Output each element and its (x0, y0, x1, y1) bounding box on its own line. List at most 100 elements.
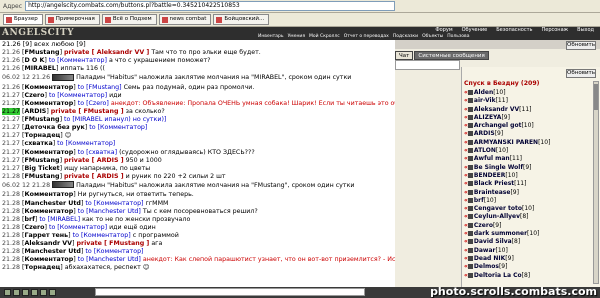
message-time[interactable]: 21.28 (2, 256, 20, 263)
message-time[interactable]: 21.27 (2, 149, 20, 156)
message-time[interactable]: 21.27 (2, 116, 20, 123)
message-nick[interactable]: Czero (25, 92, 45, 99)
message-time[interactable]: 21.28 (2, 224, 20, 231)
sub-menu-item[interactable]: Объекты (422, 33, 443, 40)
message-time[interactable]: 21.28 (2, 232, 20, 239)
player-list-item[interactable]: «air-Vik[11] (464, 97, 592, 105)
message-time[interactable]: 21.27 (2, 140, 20, 147)
browser-tab[interactable]: Всё о Подзем (101, 14, 157, 25)
player-list-item[interactable]: «Czero[9] (464, 222, 592, 230)
message-time[interactable]: 21.26 (2, 49, 20, 56)
player-list-item[interactable]: «Cengaver toto[10] (464, 205, 592, 213)
player-list-item[interactable]: «Dawar[10] (464, 247, 592, 255)
message-time[interactable]: 21.28 (2, 240, 20, 247)
message-time[interactable]: 21.27 (2, 124, 20, 131)
player-name[interactable]: Archangel got (474, 122, 522, 129)
player-name[interactable]: Delmos (474, 263, 499, 270)
message-time[interactable]: 21.27 (2, 165, 20, 172)
scrollbar[interactable] (593, 81, 599, 284)
chat-input[interactable] (95, 288, 365, 296)
player-name[interactable]: Aleksandr VV (474, 106, 519, 113)
message-nick[interactable]: Комментатор (25, 208, 74, 215)
message-nick[interactable]: FMustang (25, 49, 60, 56)
player-name[interactable]: air-Vik (474, 97, 496, 104)
player-name[interactable]: Cengaver toto (474, 205, 522, 212)
message-time[interactable]: 21.27 (2, 132, 20, 139)
message-time[interactable]: 21.28 (2, 200, 20, 207)
message-time[interactable]: 21.26 (2, 84, 20, 91)
player-list-item[interactable]: «Alden[10] (464, 89, 592, 97)
message-time[interactable]: 21.27 (2, 108, 21, 116)
message-target[interactable]: to [MIRABEL] (39, 216, 80, 223)
sub-menu-item[interactable]: Инвентарь (258, 33, 284, 40)
player-name[interactable]: Deltoria La Co (474, 272, 522, 279)
player-name[interactable]: David Silva (474, 238, 512, 245)
message-target[interactable]: to [Комментатор] (57, 140, 115, 147)
message-time[interactable]: 06.02 12 21.26 (2, 74, 50, 81)
player-list-item[interactable]: «ARMYANSKI PAREN[10] (464, 139, 592, 147)
top-menu-item[interactable]: Выход (577, 27, 594, 33)
sub-menu-item[interactable]: Умения (288, 33, 305, 40)
message-target[interactable]: to [Комментатор] (89, 124, 147, 131)
player-name[interactable]: Czero (474, 222, 493, 229)
message-time[interactable]: 21.28 (2, 208, 20, 215)
player-list-item[interactable]: «Be Single Wolf[9] (464, 164, 592, 172)
message-target[interactable]: to [Czero] (78, 100, 109, 107)
message-target[interactable]: to [Комментатор] (85, 200, 143, 207)
message-nick[interactable]: Гаррет тень (25, 232, 69, 239)
message-target[interactable]: private [ FMustang ] (51, 108, 124, 115)
message-nick[interactable]: Комментатор (25, 256, 74, 263)
message-nick[interactable]: MIRABEL (25, 65, 56, 72)
settings-icon[interactable] (13, 289, 20, 296)
player-name[interactable]: Black Priest (474, 180, 514, 187)
message-nick[interactable]: Manchester Utd (25, 248, 81, 255)
message-target[interactable]: to [Комментатор] (49, 224, 107, 231)
translit-icon[interactable] (40, 289, 47, 296)
browser-tab[interactable]: Примерочная (44, 14, 100, 25)
message-nick[interactable]: Деточка без рук (25, 124, 85, 131)
player-list-item[interactable]: «Dead NIK[9] (464, 255, 592, 263)
list-refresh-button[interactable]: Обновить (566, 69, 596, 78)
message-time[interactable]: 21.28 (2, 248, 20, 255)
player-list-item[interactable]: «dark summoner[10] (464, 230, 592, 238)
player-list-item[interactable]: «brf[10] (464, 197, 592, 205)
message-nick[interactable]: Комментатор (25, 191, 74, 198)
message-target[interactable]: private [ ARDIS ] (64, 173, 124, 180)
player-list-item[interactable]: «Aleksandr VV[11] (464, 106, 592, 114)
player-list-item[interactable]: «Delmos[9] (464, 263, 592, 271)
player-name[interactable]: Be Single Wolf (474, 164, 523, 171)
message-nick[interactable]: FMustang (25, 173, 60, 180)
message-nick[interactable]: FMustang (25, 116, 60, 123)
message-target[interactable]: to [Manchester Utd] (78, 208, 141, 215)
player-name[interactable]: ARMYANSKI PAREN (474, 139, 538, 146)
message-nick[interactable]: Czero (25, 224, 45, 231)
message-nick[interactable]: D O K (25, 57, 45, 64)
refresh-button[interactable]: Обновить (566, 41, 596, 50)
player-list-item[interactable]: «Braintease[9] (464, 189, 592, 197)
sub-menu-item[interactable]: Отчет о переводах (344, 33, 389, 40)
player-list-item[interactable]: «Deltoria La Co[8] (464, 272, 592, 280)
message-nick[interactable]: Комментатор (25, 84, 74, 91)
message-target[interactable]: to [Manchester Utd] (78, 256, 141, 263)
message-target[interactable]: to [Комментатор] (49, 57, 107, 64)
message-time[interactable]: 21.28 (2, 173, 20, 180)
url-input[interactable]: http://angelscity.combats.com/buttons.pl… (25, 1, 396, 11)
message-target[interactable]: to [Комментатор] (49, 92, 107, 99)
message-target[interactable]: to [Комментатор] (85, 248, 143, 255)
player-list-item[interactable]: «ARDIS[9] (464, 130, 592, 138)
player-name[interactable]: ATLON (474, 147, 496, 154)
player-name[interactable]: Alden (474, 89, 493, 96)
filter-icon[interactable] (22, 289, 29, 296)
player-list-item[interactable]: «Black Priest[11] (464, 180, 592, 188)
sub-menu-item[interactable]: Мой Скроллс (309, 33, 340, 40)
player-list-item[interactable]: «Awful man[11] (464, 155, 592, 163)
message-nick[interactable]: Комментатор (25, 149, 74, 156)
player-name[interactable]: Ceylun-Allyev (474, 213, 520, 220)
message-time[interactable]: 21.28 (2, 264, 20, 271)
tab-chat[interactable]: Чат (395, 51, 414, 60)
tab-system-messages[interactable]: Системные сообщения (414, 51, 489, 60)
message-time[interactable]: 21.27 (2, 100, 20, 107)
message-nick[interactable]: Торнадец (25, 264, 61, 271)
message-nick[interactable]: brf (25, 216, 35, 223)
message-target[interactable]: private [ FMustang ] (77, 240, 150, 247)
